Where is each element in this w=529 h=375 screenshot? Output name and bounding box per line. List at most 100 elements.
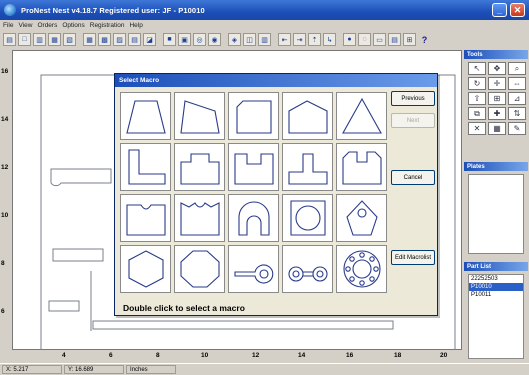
measure-tool-icon[interactable]: ⊿ — [508, 92, 526, 105]
macro-stepped-top[interactable] — [174, 143, 225, 191]
rotate-tool-icon[interactable]: ↻ — [468, 77, 486, 90]
part-list[interactable]: 22252503 P10010 P10011 — [468, 274, 524, 359]
macro-t-shape[interactable] — [282, 143, 333, 191]
macro-trapezoid[interactable] — [120, 92, 171, 140]
snap-tool-icon[interactable]: ⊞ — [488, 92, 506, 105]
ruler-label: 18 — [394, 352, 402, 359]
fill-icon[interactable]: ■ — [163, 33, 176, 46]
align-tool-icon[interactable]: ⇔ — [508, 77, 526, 90]
remnant-icon[interactable]: ▭ — [373, 33, 386, 46]
part-outline — [52, 248, 104, 262]
triangle-icon — [341, 97, 382, 134]
select-tool-icon[interactable]: ↖ — [468, 62, 486, 75]
arch-keyhole-icon — [237, 201, 270, 236]
macro-quadrilateral[interactable] — [174, 92, 225, 140]
part-list-item[interactable]: P10011 — [469, 291, 523, 299]
zoom-tool-icon[interactable]: ⌕ — [508, 62, 526, 75]
macro-lever-keyhole[interactable] — [228, 245, 279, 293]
l-shape-icon — [127, 149, 166, 185]
part-outline — [92, 320, 394, 330]
print-icon[interactable]: ▦ — [48, 33, 61, 46]
macro-u-notch[interactable] — [228, 143, 279, 191]
lead-in-icon[interactable]: ↳ — [323, 33, 336, 46]
open-icon[interactable]: ▥ — [33, 33, 46, 46]
edit-tool-icon[interactable]: ✎ — [508, 122, 526, 135]
cut-order-icon[interactable]: ● — [343, 33, 356, 46]
quadrilateral-icon — [179, 100, 220, 134]
report-icon[interactable]: ▤ — [388, 33, 401, 46]
mirror-tool-icon[interactable]: ⇅ — [508, 107, 526, 120]
stack-icon[interactable]: ▣ — [178, 33, 191, 46]
new-icon[interactable]: □ — [18, 33, 31, 46]
hexagon-icon — [127, 250, 164, 288]
pan-tool-icon[interactable]: ✥ — [488, 62, 506, 75]
tag-hole-icon — [345, 200, 378, 236]
grid-icon[interactable]: ▦ — [83, 33, 96, 46]
move-tool-icon[interactable]: ✛ — [488, 77, 506, 90]
crosshair-tool-icon[interactable]: ✚ — [488, 107, 506, 120]
macro-pentagon[interactable] — [282, 92, 333, 140]
align-icon[interactable]: ▥ — [258, 33, 271, 46]
nest-icon[interactable]: ▨ — [113, 33, 126, 46]
macro-chamfered-rect[interactable] — [228, 92, 279, 140]
layout-icon[interactable]: ▩ — [98, 33, 111, 46]
part-list-item-selected[interactable]: P10010 — [469, 283, 523, 291]
macro-circle-ring[interactable] — [282, 194, 333, 242]
parts-icon[interactable]: ◪ — [143, 33, 156, 46]
ruler-label: 12 — [252, 352, 260, 359]
macro-tag-hole[interactable] — [336, 194, 387, 242]
macro-arch-keyhole[interactable] — [228, 194, 279, 242]
edit-macrolist-button[interactable]: Edit Macrolist — [391, 250, 435, 265]
bump-tool-icon[interactable]: ⇧ — [468, 92, 486, 105]
macro-hexagon[interactable] — [120, 245, 171, 293]
delete-tool-icon[interactable]: ✕ — [468, 122, 486, 135]
zoom-in-icon[interactable]: ◎ — [193, 33, 206, 46]
properties-icon[interactable]: ▧ — [63, 33, 76, 46]
ruler-label: 4 — [62, 352, 66, 359]
cancel-button[interactable]: Cancel — [391, 170, 435, 185]
cut-path-icon[interactable]: ◌ — [358, 33, 371, 46]
close-button[interactable]: ✕ — [510, 3, 525, 17]
menu-file[interactable]: File — [3, 22, 13, 29]
window-title: ProNest Nest v4.18.7 Registered user: JF… — [21, 5, 205, 15]
move-up-icon[interactable]: ⇡ — [308, 33, 321, 46]
rotate-icon[interactable]: ◈ — [228, 33, 241, 46]
next-button[interactable]: Next — [391, 113, 435, 128]
save-icon[interactable]: ▤ — [3, 33, 16, 46]
ruler-label: 8 — [1, 260, 5, 267]
title-bar[interactable]: ProNest Nest v4.18.7 Registered user: JF… — [0, 0, 529, 20]
menu-options[interactable]: Options — [62, 22, 84, 29]
menu-help[interactable]: Help — [129, 22, 142, 29]
macro-notched-cup[interactable] — [120, 194, 171, 242]
copy-tool-icon[interactable]: ⧉ — [468, 107, 486, 120]
plates-list[interactable] — [468, 174, 524, 254]
dialog-title[interactable]: Select Macro — [115, 74, 437, 87]
zoom-out-icon[interactable]: ◉ — [208, 33, 221, 46]
ruler-label: 10 — [201, 352, 209, 359]
output-icon[interactable]: ⊞ — [403, 33, 416, 46]
ruler-label: 12 — [1, 164, 9, 171]
macro-double-notch[interactable] — [336, 143, 387, 191]
sheet-icon[interactable]: ▤ — [128, 33, 141, 46]
part-outline — [48, 300, 80, 312]
move-left-icon[interactable]: ⇤ — [278, 33, 291, 46]
macro-triangle[interactable] — [336, 92, 387, 140]
help-icon[interactable]: ? — [418, 33, 431, 46]
macro-dumbbell[interactable] — [282, 245, 333, 293]
ruler-label: 6 — [109, 352, 113, 359]
minimize-button[interactable]: _ — [492, 3, 507, 17]
part-list-item[interactable]: 22252503 — [469, 275, 523, 283]
menu-view[interactable]: View — [18, 22, 32, 29]
macro-l-shape[interactable] — [120, 143, 171, 191]
dialog-hint: Double click to select a macro — [123, 303, 245, 313]
macro-octagon[interactable] — [174, 245, 225, 293]
menu-orders[interactable]: Orders — [37, 22, 57, 29]
array-tool-icon[interactable]: ▦ — [488, 122, 506, 135]
move-right-icon[interactable]: ⇥ — [293, 33, 306, 46]
plates-panel-title: Plates — [464, 162, 528, 171]
macro-flange-ring[interactable] — [336, 245, 387, 293]
macro-double-notched-cup[interactable] — [174, 194, 225, 242]
mirror-icon[interactable]: ◫ — [243, 33, 256, 46]
menu-registration[interactable]: Registration — [90, 22, 125, 29]
previous-button[interactable]: Previous — [391, 91, 435, 106]
